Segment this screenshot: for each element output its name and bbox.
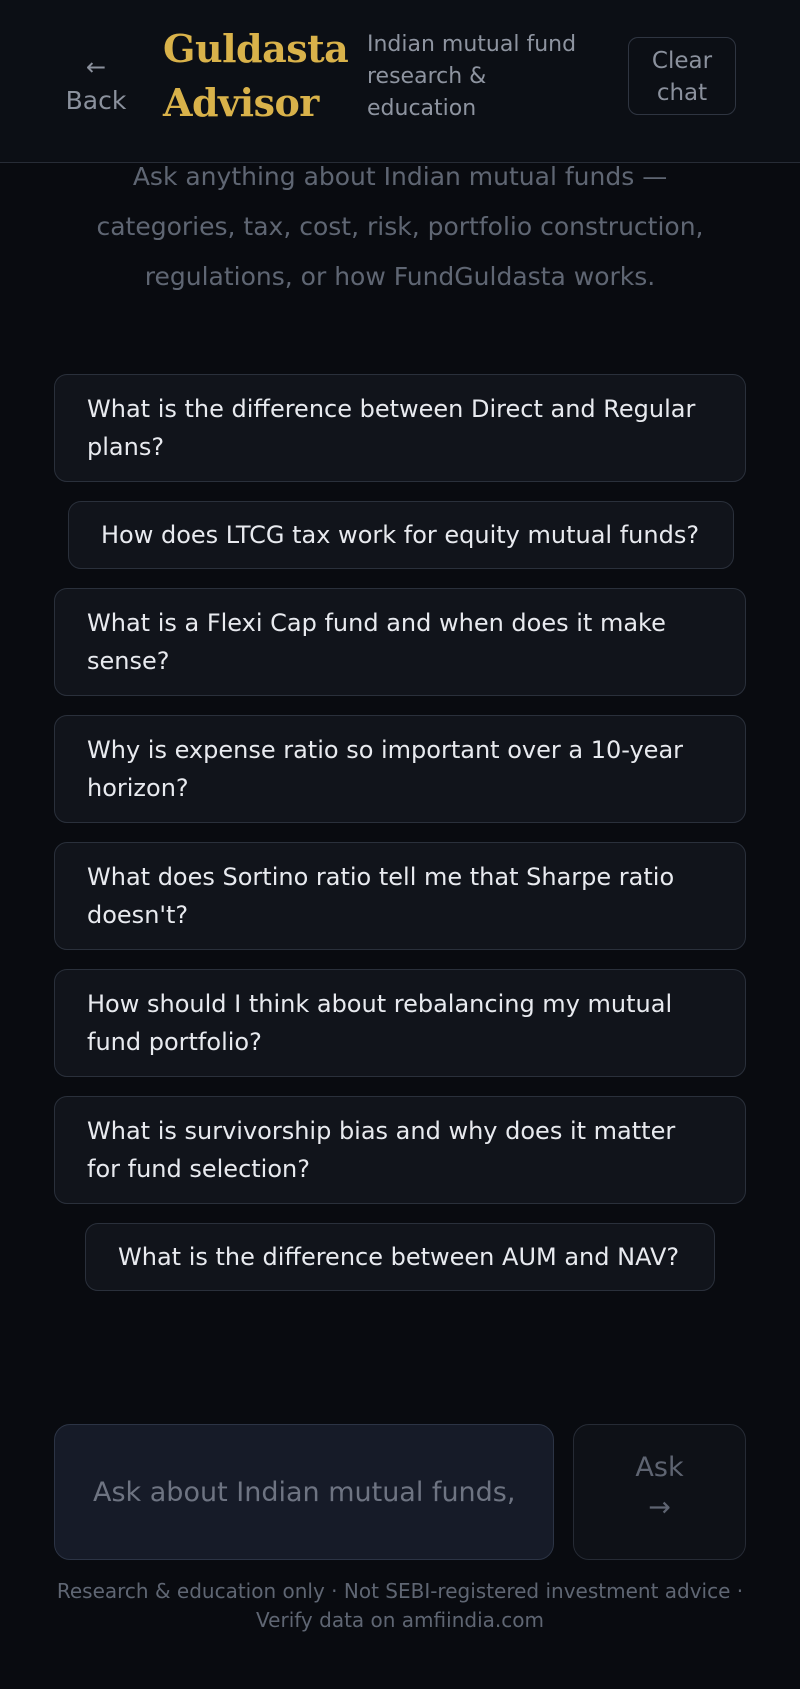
disclaimer-line2: Verify data on amfiindia.com [256, 1608, 544, 1632]
top-bar: ← Back Guldasta Advisor Indian mutual fu… [0, 0, 800, 163]
disclaimer: Research & education only · Not SEBI-reg… [40, 1577, 760, 1635]
ask-label: Ask [635, 1452, 684, 1483]
arrow-right-icon: → [648, 1492, 671, 1523]
suggestion-list: What is the difference between Direct an… [54, 374, 746, 1310]
suggestion-chip[interactable]: What is a Flexi Cap fund and when does i… [54, 588, 746, 696]
suggestion-chip[interactable]: How does LTCG tax work for equity mutual… [68, 501, 734, 569]
suggestion-chip[interactable]: How should I think about rebalancing my … [54, 969, 746, 1077]
suggestion-chip[interactable]: What does Sortino ratio tell me that Sha… [54, 842, 746, 950]
back-arrow-icon: ← [85, 53, 107, 81]
clear-chat-label-line1: Clear [651, 48, 713, 74]
back-button[interactable]: ← Back [58, 50, 134, 118]
intro-text: Ask anything about Indian mutual funds —… [96, 162, 704, 291]
suggestion-chip[interactable]: What is survivorship bias and why does i… [54, 1096, 746, 1204]
ask-button[interactable]: Ask → [573, 1424, 746, 1560]
brand-name-line1: Guldasta [163, 26, 349, 71]
suggestion-chip[interactable]: Why is expense ratio so important over a… [54, 715, 746, 823]
back-label: Back [65, 86, 127, 115]
brand-logo: Guldasta Advisor [163, 22, 349, 130]
clear-chat-button[interactable]: Clear chat [628, 37, 736, 115]
disclaimer-line1: Research & education only · Not SEBI-reg… [56, 1579, 744, 1603]
brand-name-line2: Advisor [163, 80, 319, 125]
clear-chat-label-line2: chat [656, 80, 708, 106]
suggestion-chip[interactable]: What is the difference between AUM and N… [85, 1223, 715, 1291]
question-input[interactable] [54, 1424, 554, 1560]
suggestion-chip[interactable]: What is the difference between Direct an… [54, 374, 746, 482]
brand-tagline: Indian mutual fund research & education [367, 32, 577, 121]
